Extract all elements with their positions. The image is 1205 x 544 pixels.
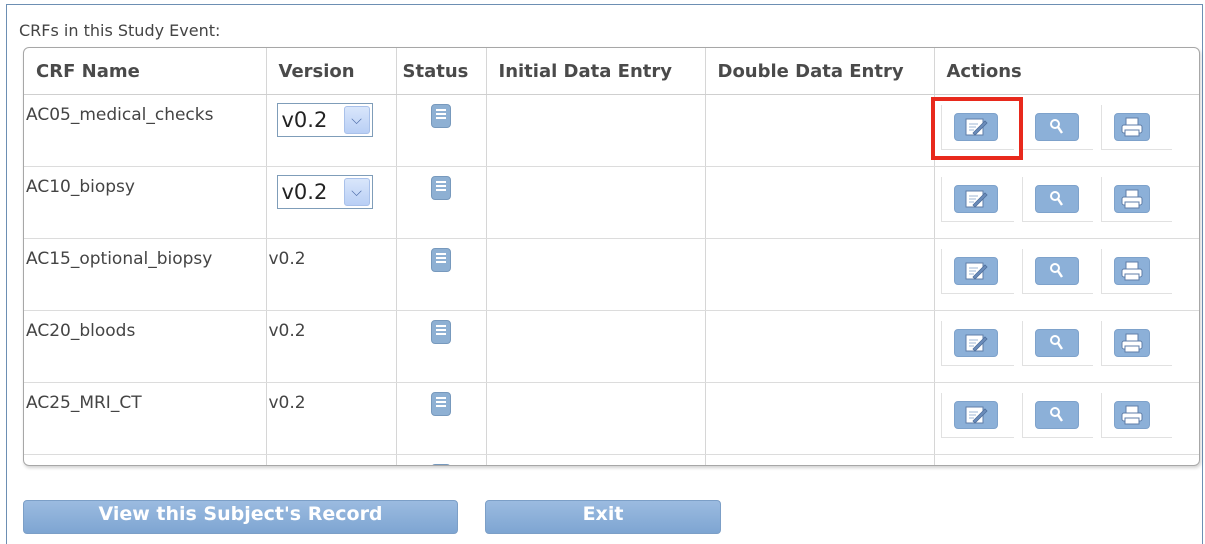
crf-name: AC05_medical_checks <box>26 105 214 125</box>
print-button[interactable] <box>1113 185 1150 213</box>
print-cell <box>1100 249 1172 294</box>
enter-data-icon <box>963 261 989 281</box>
double-entry-cell <box>705 382 935 455</box>
view-cell <box>1021 105 1093 150</box>
exit-button[interactable]: Exit <box>485 500 721 534</box>
view-magnifier-icon <box>1048 261 1066 281</box>
table-row: AC20_bloods v0.2 <box>24 310 1199 383</box>
chevron-down-icon: ⌵ <box>343 178 370 206</box>
initial-entry-cell <box>486 94 706 167</box>
table-row: AC25_MRI_CT v0.2 <box>24 382 1199 455</box>
double-entry-cell <box>705 94 935 167</box>
enter-data-cell <box>940 393 1014 438</box>
table-header-row: CRF Name Version Status Initial Data Ent… <box>24 48 1199 95</box>
col-header-double-entry: Double Data Entry <box>705 48 935 95</box>
crf-table-panel: CRF Name Version Status Initial Data Ent… <box>23 47 1200 466</box>
print-button[interactable] <box>1113 257 1150 285</box>
crf-name: AC30_perf_dce_mri <box>26 465 189 466</box>
version-text: v0.2 <box>268 321 306 341</box>
print-cell <box>1101 465 1172 466</box>
initial-entry-cell <box>486 310 706 383</box>
double-entry-cell <box>705 310 935 383</box>
print-cell <box>1100 393 1172 438</box>
col-header-status: Status <box>396 48 487 95</box>
enter-data-icon <box>963 405 989 425</box>
initial-entry-cell <box>486 238 706 311</box>
crf-status-icon[interactable] <box>431 176 451 200</box>
crf-name: AC20_bloods <box>26 321 136 341</box>
view-magnifier-icon <box>1048 189 1066 209</box>
crf-name: AC15_optional_biopsy <box>26 249 213 269</box>
highlight-box <box>931 97 1023 160</box>
view-button[interactable] <box>1034 113 1079 141</box>
version-select-value: v0.2 <box>281 180 328 204</box>
view-button[interactable] <box>1034 185 1079 213</box>
print-button[interactable] <box>1113 401 1150 429</box>
version-select-value: v0.2 <box>281 108 328 132</box>
double-entry-cell <box>705 166 935 239</box>
print-icon <box>1119 332 1145 354</box>
enter-data-cell <box>940 177 1014 222</box>
col-header-initial-entry: Initial Data Entry <box>486 48 706 95</box>
enter-data-button[interactable] <box>953 185 998 213</box>
crf-status-icon[interactable] <box>431 392 451 416</box>
double-entry-cell <box>705 238 935 311</box>
print-cell <box>1100 177 1172 222</box>
crf-status-icon[interactable] <box>431 104 451 128</box>
view-button[interactable] <box>1034 257 1079 285</box>
enter-data-cell <box>941 465 1014 466</box>
version-select[interactable]: v0.2 ⌵ <box>276 103 373 137</box>
enter-data-button[interactable] <box>953 329 998 357</box>
print-icon <box>1119 116 1145 138</box>
crf-status-icon[interactable] <box>431 320 451 344</box>
initial-entry-cell <box>486 454 706 465</box>
view-subject-record-button[interactable]: View this Subject's Record <box>23 500 458 534</box>
print-icon <box>1119 260 1145 282</box>
double-entry-cell <box>705 454 935 465</box>
view-cell <box>1021 393 1093 438</box>
crf-name: AC10_biopsy <box>26 177 135 197</box>
print-icon <box>1119 404 1145 426</box>
view-magnifier-icon <box>1048 333 1066 353</box>
col-header-crf-name: CRF Name <box>24 48 267 95</box>
enter-data-button[interactable] <box>953 257 998 285</box>
view-cell <box>1022 465 1093 466</box>
enter-data-button[interactable] <box>953 401 998 429</box>
print-button[interactable] <box>1113 329 1150 357</box>
view-button[interactable] <box>1034 401 1079 429</box>
initial-entry-cell <box>486 166 706 239</box>
col-header-version: Version <box>266 48 397 95</box>
print-cell <box>1100 105 1172 150</box>
print-button[interactable] <box>1113 113 1150 141</box>
enter-data-cell <box>940 249 1014 294</box>
table-row: AC10_biopsy v0.2 ⌵ <box>24 166 1199 239</box>
enter-data-icon <box>963 333 989 353</box>
chevron-down-icon: ⌵ <box>343 106 370 134</box>
crf-status-icon[interactable] <box>431 464 451 465</box>
crf-status-icon[interactable] <box>431 248 451 272</box>
view-cell <box>1021 249 1093 294</box>
view-cell <box>1021 177 1093 222</box>
section-title: CRFs in this Study Event: <box>19 21 221 40</box>
print-cell <box>1100 321 1172 366</box>
table-row: AC15_optional_biopsy v0.2 <box>24 238 1199 311</box>
print-icon <box>1119 188 1145 210</box>
version-text: v0.2 <box>269 465 306 466</box>
enter-data-icon <box>963 189 989 209</box>
view-button[interactable] <box>1034 329 1079 357</box>
view-magnifier-icon <box>1048 117 1066 137</box>
version-select[interactable]: v0.2 ⌵ <box>276 175 373 209</box>
version-text: v0.2 <box>268 249 306 269</box>
view-cell <box>1021 321 1093 366</box>
crf-name: AC25_MRI_CT <box>26 393 142 413</box>
view-magnifier-icon <box>1048 405 1066 425</box>
col-header-actions: Actions <box>934 48 1199 95</box>
enter-data-cell <box>940 321 1014 366</box>
version-text: v0.2 <box>268 393 306 413</box>
table-row: AC30_perf_dce_mri v0.2 <box>24 454 1199 466</box>
initial-entry-cell <box>486 382 706 455</box>
